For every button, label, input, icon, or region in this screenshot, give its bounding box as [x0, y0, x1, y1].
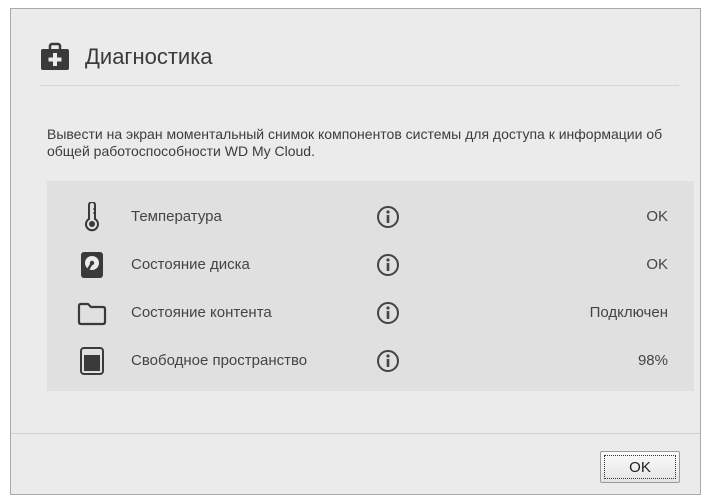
ok-button[interactable]: OK: [600, 451, 680, 483]
dialog-header: Диагностика: [39, 39, 679, 86]
row-value: 98%: [637, 352, 668, 369]
row-value: Подключен: [589, 304, 668, 321]
diagnostics-list: Температура OK Состояние диска OK Состоя…: [47, 181, 694, 391]
row-value: OK: [646, 256, 668, 273]
row-label: Свободное пространство: [131, 352, 308, 369]
thermometer-icon: [85, 202, 99, 232]
info-icon[interactable]: [376, 253, 400, 277]
storage-icon: [80, 347, 104, 375]
info-icon[interactable]: [376, 205, 400, 229]
list-item-free-space: Свободное пространство 98%: [47, 337, 694, 385]
list-item-content: Состояние контента Подключен: [47, 289, 694, 337]
footer-divider: [11, 433, 700, 434]
row-label: Температура: [131, 208, 222, 225]
list-item-temperature: Температура OK: [47, 193, 694, 241]
row-value: OK: [646, 208, 668, 225]
info-icon[interactable]: [376, 301, 400, 325]
row-label: Состояние диска: [131, 256, 250, 273]
disk-icon: [81, 252, 103, 278]
diagnostics-dialog: Диагностика Вывести на экран моментальны…: [10, 8, 701, 495]
dialog-description: Вывести на экран моментальный снимок ком…: [47, 126, 663, 159]
info-icon[interactable]: [376, 349, 400, 373]
row-label: Состояние контента: [131, 304, 272, 321]
list-item-disk: Состояние диска OK: [47, 241, 694, 289]
medical-kit-icon: [41, 42, 69, 70]
dialog-title: Диагностика: [85, 44, 213, 69]
folder-icon: [77, 302, 107, 326]
